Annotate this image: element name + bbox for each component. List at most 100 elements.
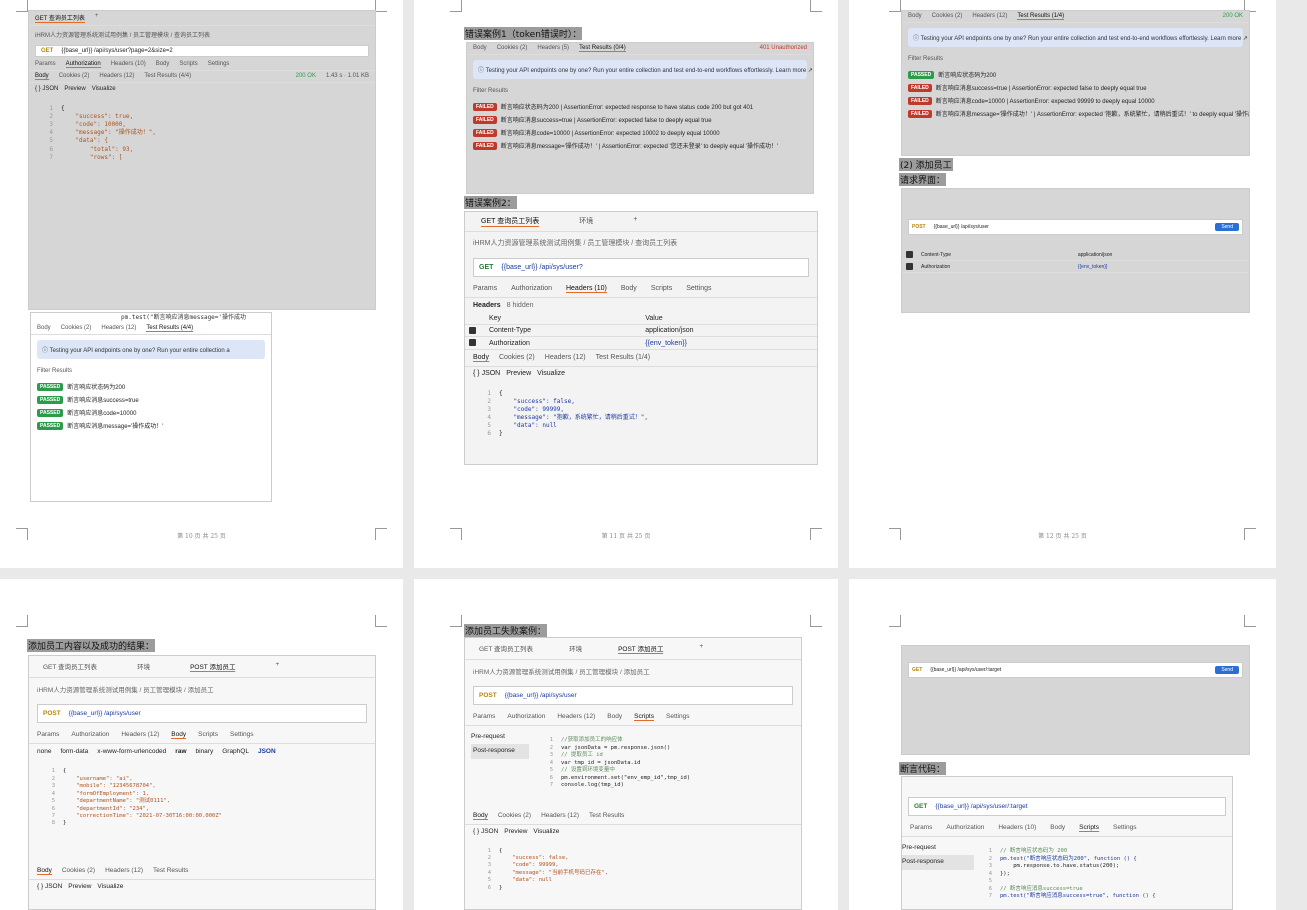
tab-headers[interactable]: Headers (10) [111,61,146,68]
tab-authorization[interactable]: Authorization [946,824,984,832]
tab-get-list[interactable]: GET 查询员工列表 [43,661,97,672]
tab-response-body[interactable]: Body [473,354,489,362]
tab-headers[interactable]: Headers (12) [121,731,159,739]
url-input[interactable]: {{base_url}} /api/sys/user [505,692,577,699]
new-tab-button[interactable]: + [95,13,99,23]
new-tab-button[interactable]: + [275,661,279,672]
filter-results[interactable]: Filter Results [902,52,1249,66]
tab-authorization[interactable]: Authorization [71,731,109,739]
tab-body[interactable]: Body [156,61,170,68]
script-editor[interactable]: 1// 断言响应状态码为 200 2 pm.test("断言响应状态码为200", … [974,837,1156,909]
tab-post-add[interactable]: POST 添加员工 [190,661,236,672]
tab-params[interactable]: Params [35,61,56,68]
url-input[interactable]: {{base_url}} /api/sys/user? [501,264,582,271]
tab-test-results[interactable]: Test Results (4/4) [144,73,191,80]
tab-cookies[interactable]: Cookies (2) [499,354,535,362]
tab-test-results[interactable]: Test Results (4/4) [146,325,194,333]
pre-request-tab[interactable]: Pre-request [471,730,529,744]
tab-cookies[interactable]: Cookies (2) [62,867,95,875]
tab-test-results[interactable]: Test Results (1/4) [596,354,650,362]
tab-params[interactable]: Params [473,713,495,721]
tab-test-results[interactable]: Test Results [153,867,188,875]
tab-headers[interactable]: Headers (10) [565,285,607,293]
tab-body[interactable]: Body [621,285,637,293]
radio-urlencoded[interactable]: x-www-form-urlencoded [97,748,166,755]
json-view-button[interactable]: { } JSON [473,828,498,835]
url-bar[interactable]: GET {{base_url}} /api/sys/user/:target S… [908,662,1243,678]
tab-response-body[interactable]: Body [908,13,922,20]
tab-params[interactable]: Params [473,285,497,293]
checkbox[interactable] [906,251,913,258]
tab-scripts[interactable]: Scripts [651,285,672,293]
tab-cookies[interactable]: Cookies (2) [61,325,92,332]
preview-button[interactable]: Preview [64,86,85,92]
tab-response-body[interactable]: Body [37,325,51,332]
tab-scripts[interactable]: Scripts [198,731,218,739]
method-select[interactable]: POST [43,710,61,717]
method-select[interactable]: GET [914,803,927,810]
url-input[interactable]: {{base_url}} /api/sys/user?page=2&size=2 [61,48,172,54]
tab-scripts[interactable]: Scripts [634,713,654,721]
url-input[interactable]: {{base_url}} /api/sys/user [69,710,141,717]
tab-response-headers[interactable]: Headers (5) [537,45,569,52]
tab-settings[interactable]: Settings [1113,824,1137,832]
tab-response-body[interactable]: Body [473,45,487,52]
method-select[interactable]: GET [912,667,922,673]
tab-response-body[interactable]: Body [473,812,488,821]
tab-response-body[interactable]: Body [35,73,49,80]
pre-request-tab[interactable]: Pre-request [902,841,974,855]
tab-headers[interactable]: Headers (10) [998,824,1036,832]
tab-response-headers[interactable]: Headers (12) [545,354,586,362]
tab-body[interactable]: Body [1050,824,1065,832]
tab-get-list[interactable]: GET 查询员工列表 [35,13,85,23]
tab-test-results[interactable]: Test Results [589,812,624,820]
radio-binary[interactable]: binary [196,748,214,755]
script-editor[interactable]: 1//获取添加员工的响应体 2 var jsonData = pm.response… [535,726,690,808]
tab-scripts[interactable]: Scripts [1079,824,1099,832]
tab-test-results[interactable]: Test Results (1/4) [1017,13,1065,20]
tab-response-body[interactable]: Body [37,867,52,875]
tab-cookies[interactable]: Cookies (2) [498,812,531,820]
send-button[interactable]: Send [1215,666,1239,674]
tab-authorization[interactable]: Authorization [507,713,545,721]
post-response-tab[interactable]: Post-response [902,855,974,870]
request-body-json[interactable]: 1{2 "username": "ai", 3 "mobile": "123456… [29,759,375,845]
new-tab-button[interactable]: + [699,643,703,654]
url-bar[interactable]: GET {{base_url}} /api/sys/user/:target [908,797,1226,816]
tab-cookies[interactable]: Cookies (2) [497,45,528,52]
checkbox[interactable] [469,327,476,334]
method-select[interactable]: GET [41,48,53,54]
tab-environment[interactable]: 环境 [579,216,593,227]
radio-form-data[interactable]: form-data [60,748,88,755]
tab-params[interactable]: Params [37,731,59,739]
url-bar[interactable]: GET {{base_url}} /api/sys/user?page=2&si… [35,45,369,57]
tab-response-headers[interactable]: Headers (12) [101,325,136,332]
visualize-button[interactable]: Visualize [92,86,116,92]
visualize-button[interactable]: Visualize [97,883,123,890]
method-select[interactable]: GET [479,264,493,271]
checkbox[interactable] [469,339,476,347]
tab-environment[interactable]: 环境 [137,661,150,672]
json-select[interactable]: JSON [258,748,276,755]
preview-button[interactable]: Preview [68,883,91,890]
visualize-button[interactable]: Visualize [533,828,559,835]
tab-response-headers[interactable]: Headers (12) [541,812,579,820]
tab-get-list[interactable]: GET 查询员工列表 [481,216,540,227]
tab-settings[interactable]: Settings [230,731,254,739]
tab-environment[interactable]: 环境 [569,643,582,654]
json-view-button[interactable]: { } JSON [35,86,58,92]
radio-none[interactable]: none [37,748,51,755]
tab-response-headers[interactable]: Headers (12) [99,73,134,80]
send-button[interactable]: Send [1215,223,1239,231]
url-bar[interactable]: POST {{base_url}} /api/sys/user [37,704,367,723]
tab-scripts[interactable]: Scripts [179,61,197,68]
hidden-toggle[interactable]: 8 hidden [507,302,534,309]
tab-cookies[interactable]: Cookies (2) [59,73,90,80]
url-input[interactable]: {{base_url}} /api/sys/user/:target [935,803,1027,810]
method-select[interactable]: POST [912,224,926,230]
visualize-button[interactable]: Visualize [537,370,565,377]
checkbox[interactable] [906,263,913,270]
tab-post-add[interactable]: POST 添加员工 [618,643,664,654]
method-select[interactable]: POST [479,692,497,699]
tab-cookies[interactable]: Cookies (2) [932,13,963,20]
